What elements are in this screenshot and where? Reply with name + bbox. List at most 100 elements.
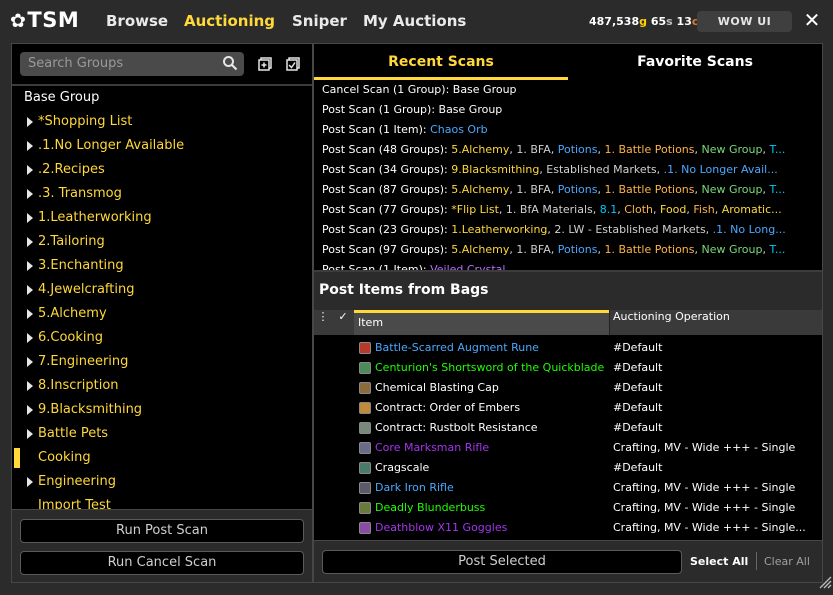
select-all-groups-icon[interactable]	[286, 57, 300, 71]
scan-text-segment: ,	[597, 243, 605, 256]
recent-scan-item[interactable]: Cancel Scan (1 Group): Base Group	[322, 80, 814, 100]
group-item[interactable]: 1.Leatherworking	[12, 206, 312, 230]
group-item[interactable]: 5.Alchemy	[12, 302, 312, 326]
item-icon	[359, 362, 371, 374]
nav-auctioning[interactable]: Auctioning	[184, 12, 275, 30]
group-item[interactable]: *Shopping List	[12, 110, 312, 134]
expand-arrow-icon[interactable]	[27, 189, 33, 199]
group-item[interactable]: 9.Blacksmithing	[12, 398, 312, 422]
group-label: 6.Cooking	[38, 330, 104, 345]
nav-browse[interactable]: Browse	[106, 12, 168, 30]
recent-scan-item[interactable]: Post Scan (97 Groups): 5.Alchemy, 1. BFA…	[322, 240, 814, 260]
expand-all-icon[interactable]	[258, 57, 272, 71]
tab-recent-scans[interactable]: Recent Scans	[314, 44, 568, 80]
expand-arrow-icon[interactable]	[27, 165, 33, 175]
group-label: 2.Tailoring	[38, 234, 105, 249]
recent-scan-item[interactable]: Post Scan (87 Groups): 5.Alchemy, 1. BFA…	[322, 180, 814, 200]
post-items-header: Post Items from Bags	[314, 272, 822, 310]
silver-amount: 65	[650, 15, 667, 28]
recent-scan-item[interactable]: Post Scan (1 Item): Veiled Crystal	[322, 260, 814, 270]
group-item[interactable]: .2.Recipes	[12, 158, 312, 182]
header-bar: ✿TSM Browse Auctioning Sniper My Auction…	[0, 0, 833, 42]
group-item[interactable]: 6.Cooking	[12, 326, 312, 350]
search-groups-input[interactable]: Search Groups	[20, 52, 244, 76]
expand-arrow-icon[interactable]	[27, 381, 33, 391]
group-item[interactable]: Cooking	[12, 446, 312, 470]
recent-scan-item[interactable]: Post Scan (77 Groups): *Flip List, 1. Bf…	[322, 200, 814, 220]
expand-arrow-icon[interactable]	[27, 285, 33, 295]
group-label: 1.Leatherworking	[38, 210, 152, 225]
clear-all-link[interactable]: Clear All	[764, 555, 810, 568]
table-row[interactable]: Cragscale #Default	[314, 458, 822, 478]
table-row[interactable]: Contract: Rustbolt Resistance #Default	[314, 418, 822, 438]
group-item[interactable]: 3.Enchanting	[12, 254, 312, 278]
scan-text-segment: ,	[694, 243, 702, 256]
table-row[interactable]: Centurion's Shortsword of the Quickblade…	[314, 358, 822, 378]
table-row[interactable]: Contract: Order of Embers #Default	[314, 398, 822, 418]
close-icon[interactable]: ✕	[802, 9, 822, 31]
table-row[interactable]: Chemical Blasting Cap #Default	[314, 378, 822, 398]
table-row[interactable]: Battle-Scarred Augment Rune #Default	[314, 338, 822, 358]
post-selected-button[interactable]: Post Selected	[322, 550, 682, 574]
table-row[interactable]: Dark Iron Rifle Crafting, MV - Wide +++ -…	[314, 478, 822, 498]
expand-arrow-icon[interactable]	[27, 213, 33, 223]
expand-arrow-icon[interactable]	[27, 333, 33, 343]
run-post-scan-button[interactable]: Run Post Scan	[20, 519, 304, 543]
expand-arrow-icon[interactable]	[27, 141, 33, 151]
select-all-link[interactable]: Select All	[690, 555, 748, 568]
nav-sniper[interactable]: Sniper	[292, 12, 347, 30]
item-name: Core Marksman Rifle	[375, 441, 490, 454]
group-item[interactable]: Base Group	[12, 86, 312, 110]
group-item[interactable]: 8.Inscription	[12, 374, 312, 398]
copper-amount: 13	[676, 15, 692, 28]
expand-arrow-icon[interactable]	[27, 357, 33, 367]
scan-text-segment: Aromatic...	[721, 203, 782, 216]
column-auctioning-operation[interactable]: Auctioning Operation	[609, 310, 822, 335]
resize-grip-icon[interactable]	[818, 572, 833, 590]
recent-scan-item[interactable]: Post Scan (34 Groups): 9.Blacksmithing, …	[322, 160, 814, 180]
item-operation: Crafting, MV - Wide +++ - Single	[613, 481, 796, 494]
scan-text-segment: ,	[694, 183, 702, 196]
select-column-check-icon[interactable]: ✓	[334, 310, 352, 335]
item-name: Deadly Blunderbuss	[375, 501, 486, 514]
search-placeholder: Search Groups	[28, 56, 124, 71]
expand-arrow-icon[interactable]	[27, 237, 33, 247]
group-item[interactable]: 4.Jewelcrafting	[12, 278, 312, 302]
tab-favorite-scans[interactable]: Favorite Scans	[568, 44, 822, 80]
group-item[interactable]: 7.Engineering	[12, 350, 312, 374]
group-item[interactable]: Engineering	[12, 470, 312, 494]
scan-text-segment: Potions	[557, 143, 598, 156]
item-name: Deathblow X11 Goggles	[375, 521, 508, 534]
expand-arrow-icon[interactable]	[27, 405, 33, 415]
expand-arrow-icon[interactable]	[27, 117, 33, 127]
expand-arrow-icon[interactable]	[27, 477, 33, 487]
scan-text-segment: .1. No Long...	[712, 223, 786, 236]
group-label: 8.Inscription	[38, 378, 119, 393]
wow-ui-button[interactable]: WOW UI	[697, 11, 792, 32]
group-item[interactable]: 2.Tailoring	[12, 230, 312, 254]
group-item[interactable]: Battle Pets	[12, 422, 312, 446]
recent-scan-item[interactable]: Post Scan (1 Item): Chaos Orb	[322, 120, 814, 140]
expand-arrow-icon[interactable]	[27, 261, 33, 271]
group-label: Battle Pets	[38, 426, 109, 441]
group-item[interactable]: .1.No Longer Available	[12, 134, 312, 158]
scan-text-segment: Food	[660, 203, 687, 216]
run-cancel-scan-button[interactable]: Run Cancel Scan	[20, 551, 304, 575]
column-menu-icon[interactable]: ⋮	[316, 310, 330, 335]
table-row[interactable]: Deathblow X11 Goggles Crafting, MV - Wide…	[314, 518, 822, 538]
expand-arrow-icon[interactable]	[27, 309, 33, 319]
item-operation: #Default	[613, 401, 663, 414]
item-name: Cragscale	[375, 461, 430, 474]
scan-text-segment: , 1. BFA,	[509, 143, 558, 156]
column-item[interactable]: Item	[354, 310, 609, 335]
recent-scan-item[interactable]: Post Scan (23 Groups): 1.Leatherworking,…	[322, 220, 814, 240]
group-item[interactable]: .3. Transmog	[12, 182, 312, 206]
nav-my-auctions[interactable]: My Auctions	[363, 12, 466, 30]
expand-arrow-icon[interactable]	[27, 429, 33, 439]
table-row[interactable]: Core Marksman Rifle Crafting, MV - Wide +…	[314, 438, 822, 458]
recent-scan-item[interactable]: Post Scan (48 Groups): 5.Alchemy, 1. BFA…	[322, 140, 814, 160]
scan-text-segment: , 1. BfA Materials,	[498, 203, 600, 216]
table-row[interactable]: Deadly Blunderbuss Crafting, MV - Wide ++…	[314, 498, 822, 518]
item-operation: #Default	[613, 421, 663, 434]
recent-scan-item[interactable]: Post Scan (1 Group): Base Group	[322, 100, 814, 120]
